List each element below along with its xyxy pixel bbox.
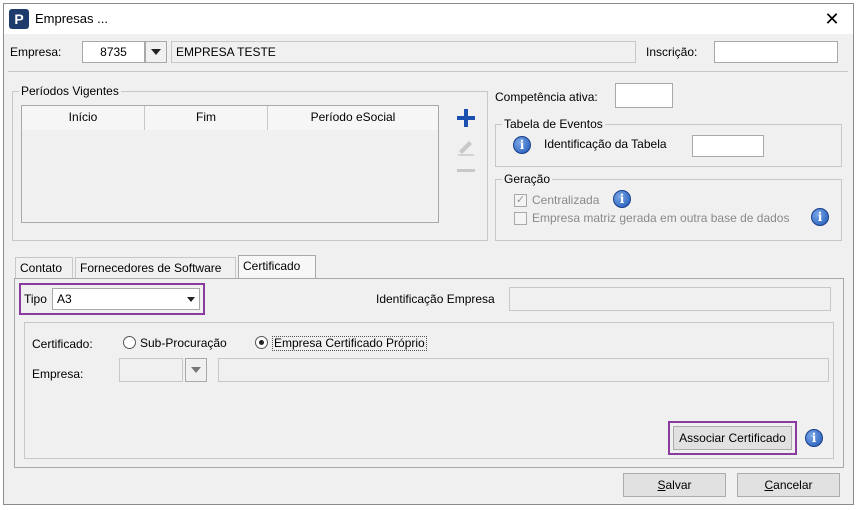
sub-procuracao-label: Sub-Procuração (140, 336, 227, 350)
tab-certificado[interactable]: Certificado (238, 255, 316, 279)
tabela-eventos-legend: Tabela de Eventos (504, 117, 603, 131)
plus-icon (457, 109, 475, 127)
close-button[interactable]: ✕ (811, 4, 853, 34)
minus-icon (457, 169, 475, 172)
salvar-mnemonic: S (657, 478, 666, 492)
edit-periodo-button[interactable] (456, 136, 476, 156)
remove-periodo-button[interactable] (456, 165, 476, 175)
periodos-grid-header: Início Fim Período eSocial (22, 106, 438, 130)
inscricao-label: Inscrição: (646, 45, 698, 59)
centralizada-label: Centralizada (532, 193, 600, 207)
empresa-code-field[interactable]: 8735 (82, 41, 145, 63)
centralizada-checkbox[interactable]: ✓ (514, 194, 527, 207)
competencia-ativa-label: Competência ativa: (495, 90, 598, 104)
competencia-ativa-field[interactable] (615, 83, 673, 108)
chevron-down-icon (151, 49, 161, 55)
cert-empresa-label: Empresa: (32, 367, 84, 381)
close-icon: ✕ (824, 9, 840, 29)
periodos-vigentes-legend: Períodos Vigentes (21, 84, 119, 98)
info-icon[interactable]: i (513, 136, 531, 154)
empresas-window: P Empresas ... ✕ Empresa: 8735 EMPRESA T… (3, 3, 854, 505)
cert-empresa-code-field[interactable] (119, 358, 183, 382)
empresa-certificado-proprio-label: Empresa Certificado Próprio (272, 336, 427, 351)
tipo-label: Tipo (24, 292, 47, 306)
sub-procuracao-radio[interactable] (123, 336, 136, 349)
salvar-button[interactable]: Salvar (623, 473, 726, 497)
add-periodo-button[interactable] (456, 108, 476, 128)
empresa-label: Empresa: (10, 45, 62, 59)
info-icon[interactable]: i (805, 429, 823, 447)
column-header-inicio[interactable]: Início (22, 106, 145, 130)
window-title: Empresas ... (35, 11, 108, 26)
inscricao-field[interactable] (714, 41, 838, 63)
empresa-dropdown-button[interactable] (145, 41, 167, 63)
certificado-label: Certificado: (32, 337, 93, 351)
identificacao-empresa-label: Identificação Empresa (376, 292, 495, 306)
tab-contato[interactable]: Contato (15, 257, 73, 279)
cancelar-mnemonic: C (764, 478, 774, 492)
cert-empresa-dropdown-button[interactable] (185, 358, 207, 382)
periodos-grid[interactable]: Início Fim Período eSocial (21, 105, 439, 223)
info-icon[interactable]: i (811, 208, 829, 226)
title-bar: P Empresas ... ✕ (4, 4, 853, 34)
app-logo-icon: P (9, 9, 29, 29)
chevron-down-icon (191, 367, 201, 373)
pencil-icon (458, 141, 474, 156)
empresa-certificado-proprio-radio[interactable] (255, 336, 268, 349)
tipo-select-value: A3 (57, 292, 72, 306)
cancelar-label: ancelar (773, 478, 813, 492)
salvar-label: alvar (665, 478, 692, 492)
column-header-fim[interactable]: Fim (145, 106, 268, 130)
geracao-legend: Geração (504, 172, 551, 186)
column-header-periodo-esocial[interactable]: Período eSocial (268, 106, 438, 130)
identificacao-empresa-field (509, 287, 831, 311)
cert-empresa-name-field (218, 358, 829, 382)
identificacao-tabela-field[interactable] (692, 135, 764, 157)
empresa-matriz-checkbox[interactable] (514, 212, 527, 225)
empresa-name-field: EMPRESA TESTE (171, 41, 636, 63)
empresa-matriz-label: Empresa matriz gerada em outra base de d… (532, 211, 790, 225)
cancelar-button[interactable]: Cancelar (737, 473, 840, 497)
associar-certificado-button[interactable]: Associar Certificado (673, 426, 792, 450)
info-icon[interactable]: i (613, 190, 631, 208)
header-separator (8, 71, 848, 72)
tab-fornecedores-de-software[interactable]: Fornecedores de Software (75, 257, 236, 279)
identificacao-tabela-label: Identificação da Tabela (544, 137, 667, 151)
tipo-select[interactable]: A3 (52, 288, 200, 310)
chevron-down-icon (187, 297, 195, 302)
